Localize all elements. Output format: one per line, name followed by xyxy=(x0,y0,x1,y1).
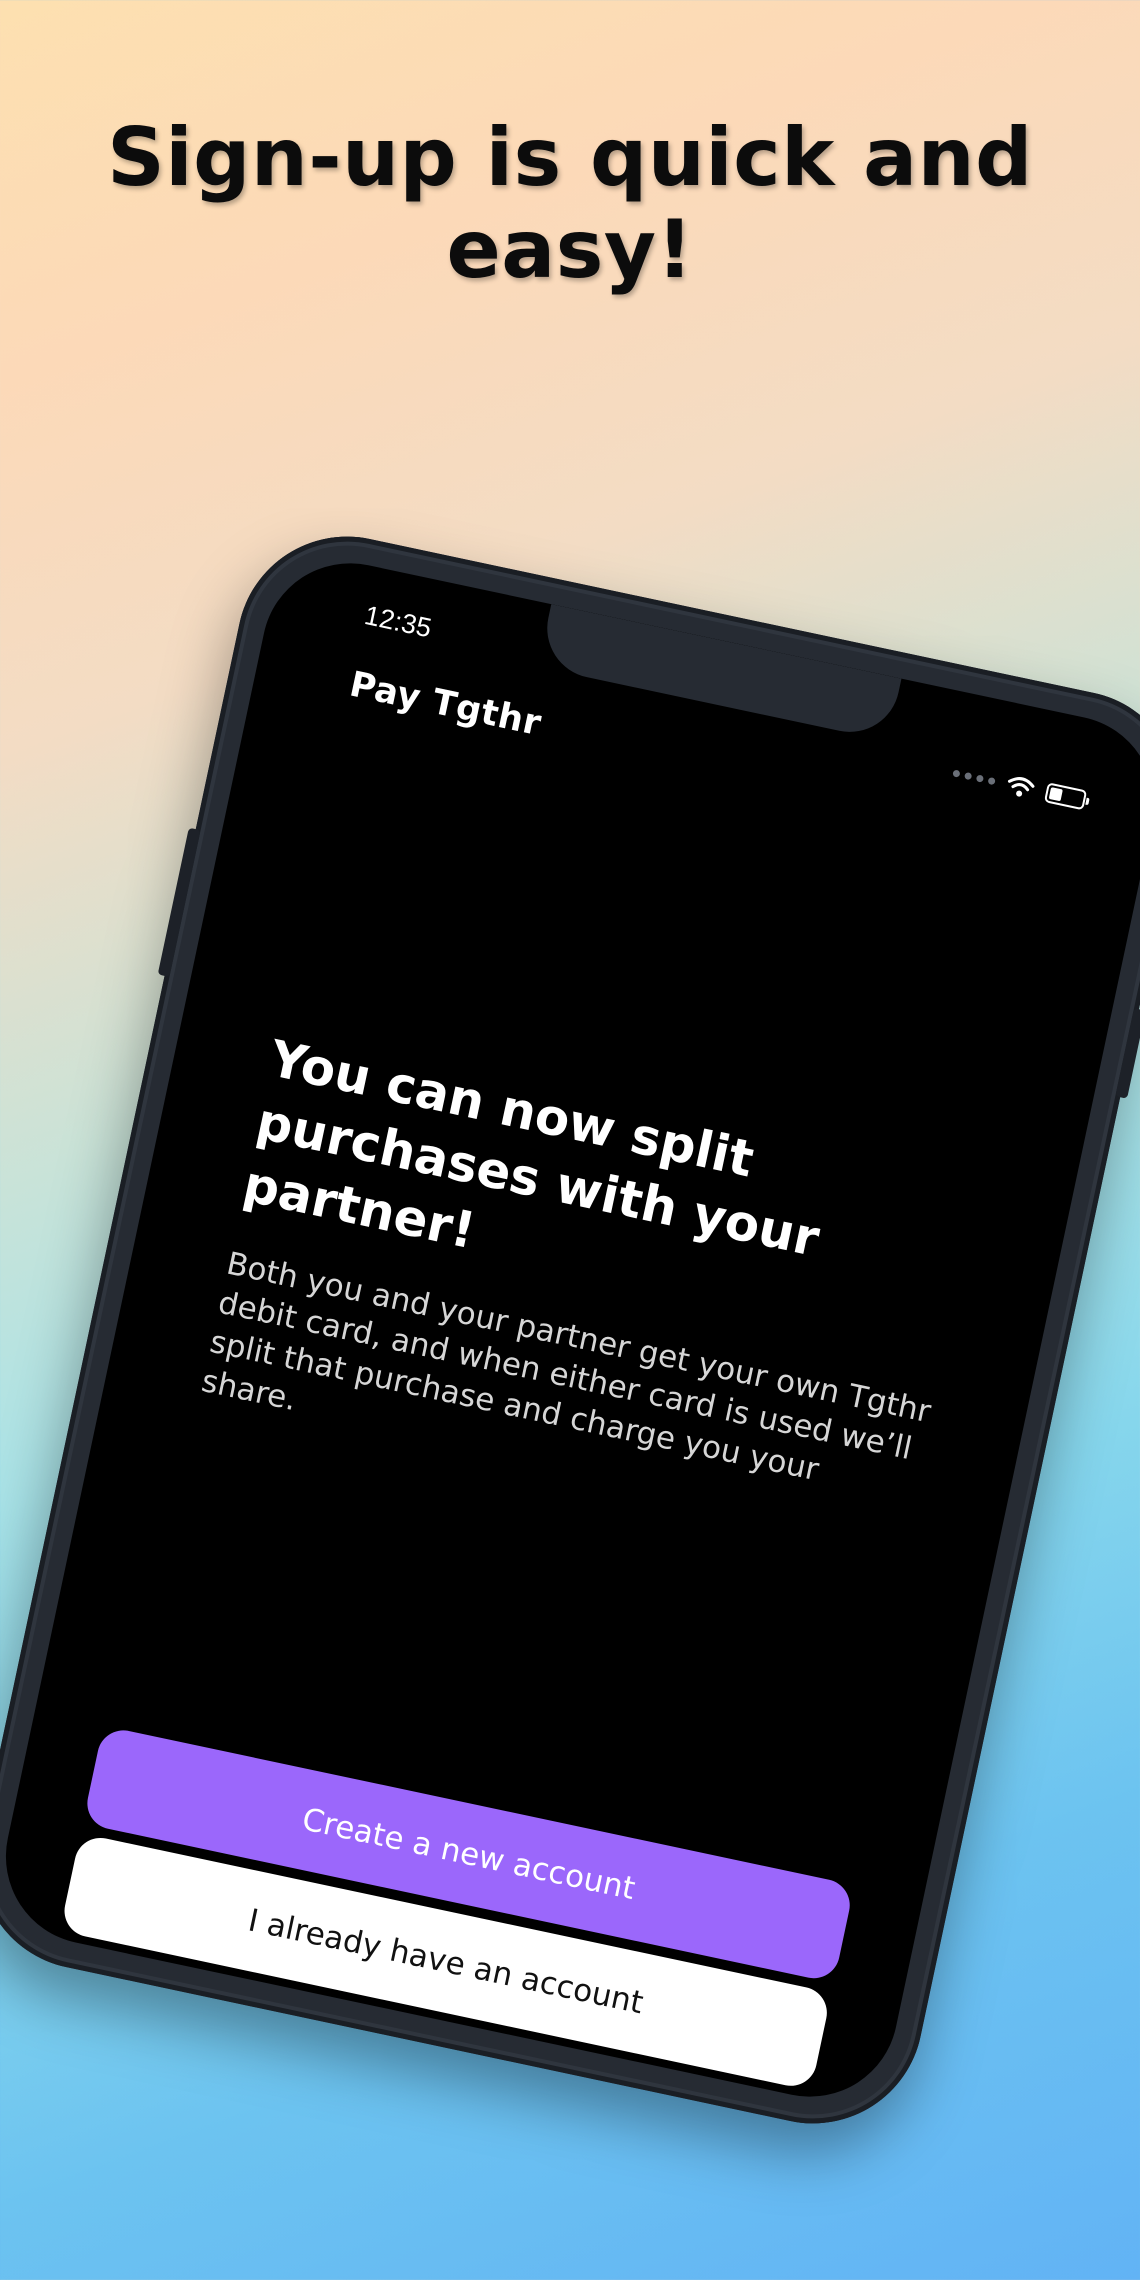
app-brand-logo: Pay Tgthr xyxy=(346,664,545,745)
battery-level xyxy=(1048,787,1063,802)
wifi-icon xyxy=(1007,777,1035,797)
status-time: 12:35 xyxy=(361,600,435,644)
signal-dots-icon xyxy=(952,768,996,785)
battery-icon xyxy=(1043,782,1088,811)
phone-mockup: 12:35 Pay Tgthr You can now split purcha… xyxy=(0,516,1140,2144)
onboarding-content: You can now split purchases with your pa… xyxy=(198,1026,982,1549)
promo-headline: Sign-up is quick and easy! xyxy=(107,111,1033,296)
status-icons xyxy=(951,762,1088,812)
phone-screen: 12:35 Pay Tgthr You can now split purcha… xyxy=(0,546,1140,2114)
